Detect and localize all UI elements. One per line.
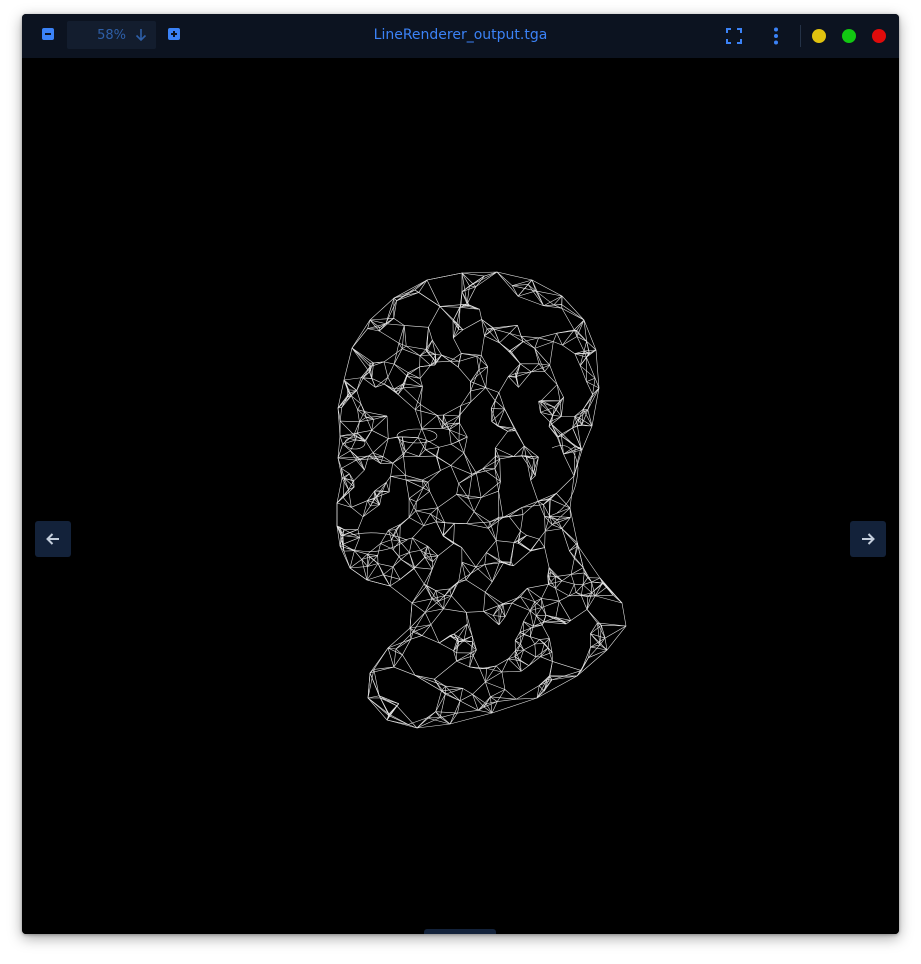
fullscreen-button[interactable] xyxy=(726,28,742,48)
window-title: LineRenderer_output.tga xyxy=(373,27,548,43)
more-options-button[interactable] xyxy=(771,27,781,49)
titlebar: 58% LineRenderer_output.tga xyxy=(22,14,899,58)
vertical-dots-icon xyxy=(774,27,778,45)
next-image-button[interactable] xyxy=(850,521,886,557)
wireframe-head-image xyxy=(336,271,627,729)
arrow-left-icon xyxy=(46,533,59,545)
maximize-button[interactable] xyxy=(842,29,856,43)
arrow-right-icon xyxy=(862,533,875,545)
close-button[interactable] xyxy=(872,29,886,43)
image-viewer-window: 58% LineRenderer_output.tga xyxy=(22,14,899,934)
fullscreen-icon xyxy=(726,28,742,44)
titlebar-divider xyxy=(800,25,801,47)
minimize-button[interactable] xyxy=(812,29,826,43)
rotate-toolbar xyxy=(424,929,496,934)
previous-image-button[interactable] xyxy=(35,521,71,557)
image-canvas[interactable] xyxy=(22,58,899,934)
